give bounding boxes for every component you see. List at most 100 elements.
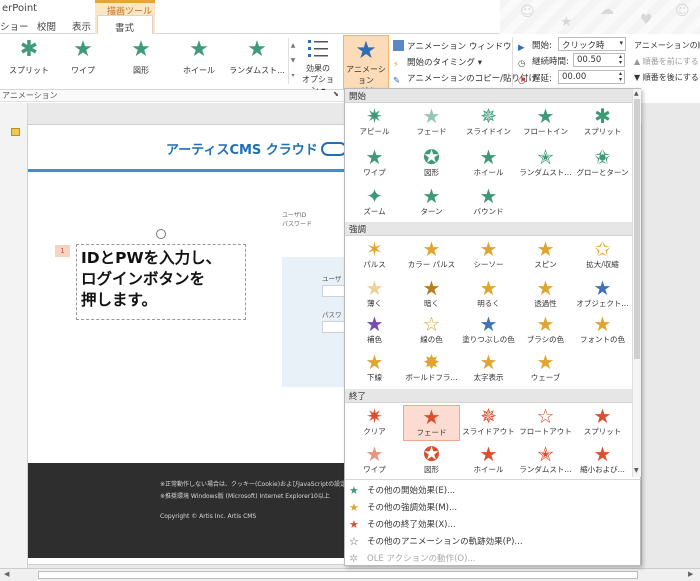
duration-input[interactable]: 00.50 ▴ ▾ <box>573 53 625 67</box>
tab-review[interactable]: 校閲 <box>37 19 56 33</box>
entrance-random-bars[interactable]: ✭ ランダムスト... <box>517 146 574 182</box>
password-label: パスワ <box>322 311 342 319</box>
scroll-thumb[interactable] <box>38 571 638 579</box>
animation-order-tag[interactable]: 1 <box>55 245 70 257</box>
entrance-shape[interactable]: ✪ 図形 <box>403 146 460 182</box>
entrance-wipe[interactable]: ★ ワイプ <box>346 146 403 182</box>
entrance-grow-turn[interactable]: ✬ グローとターン <box>574 146 631 182</box>
emphasis-grow-shrink[interactable]: ✩ 拡大/収縮 <box>574 238 631 274</box>
entrance-zoom[interactable]: ✦ ズーム <box>346 185 403 221</box>
more-exit-effects[interactable]: ★ その他の終了効果(X)... <box>345 517 641 533</box>
emphasis-line-color[interactable]: ☆ 線の色 <box>403 313 460 349</box>
horizontal-scrollbar[interactable]: ◀ ▶ <box>0 568 700 581</box>
scroll-up-icon[interactable]: ▲ <box>634 90 639 97</box>
entrance-fade[interactable]: ★ フェード <box>403 105 460 141</box>
effect-wipe-button[interactable]: ★ ワイプ <box>54 38 112 84</box>
dialog-launcher-icon[interactable]: ⬊ <box>333 90 339 98</box>
float-in-star-icon: ★ <box>536 104 555 128</box>
exit-shape[interactable]: ✪ 図形 <box>403 443 460 479</box>
exit-random-bars[interactable]: ✭ ランダムスト... <box>517 443 574 479</box>
ole-action-verbs: ✲ OLE アクションの動作(O)... <box>349 552 476 565</box>
emphasis-pulse[interactable]: ✶ パルス <box>346 238 403 274</box>
entrance-bounce[interactable]: ★ バウンド <box>460 185 517 221</box>
effect-label: ホイール <box>183 66 215 75</box>
instruction-textbox[interactable]: IDとPWを入力し、 ログインボタンを 押します。 <box>76 244 246 320</box>
cloud-icon <box>320 142 347 156</box>
callout-line: ログインボタンを <box>81 270 206 288</box>
emphasis-wave[interactable]: ★ ウェーブ <box>517 351 574 387</box>
rotate-handle[interactable] <box>156 229 166 239</box>
emphasis-transparency[interactable]: ★ 透過性 <box>517 277 574 313</box>
start-select[interactable]: クリック時 ▾ <box>558 37 626 51</box>
emphasis-font-color[interactable]: ★ フォントの色 <box>574 313 631 349</box>
emphasis-brush-color[interactable]: ★ ブラシの色 <box>517 313 574 349</box>
wheel-star-icon: ★ <box>189 37 209 62</box>
animation-group-label: アニメーション ⬊ <box>0 90 345 102</box>
gallery-scrollbar[interactable]: ▲ ▼ <box>632 89 641 477</box>
effect-random-bars-button[interactable]: ★ ランダムスト... <box>228 38 286 84</box>
more-entrance-effects[interactable]: ★ その他の開始効果(E)... <box>345 483 641 499</box>
slide-thumbnail-strip[interactable] <box>0 103 28 568</box>
exit-fade[interactable]: ★ フェード <box>403 405 460 441</box>
emphasis-complementary[interactable]: ★ 補色 <box>346 313 403 349</box>
exit-float-out[interactable]: ☆ フロートアウト <box>517 405 574 441</box>
entrance-split[interactable]: ✱ スプリット <box>574 105 631 141</box>
animation-painter-icon: ✎ <box>393 76 401 86</box>
scroll-down-icon[interactable]: ▼ <box>634 467 639 474</box>
emphasis-underline[interactable]: ★ 下線 <box>346 351 403 387</box>
emphasis-desaturate[interactable]: ★ 薄く <box>346 277 403 313</box>
tab-slideshow[interactable]: ショー <box>0 19 29 33</box>
gallery-scroll[interactable]: ▲ ▼ ▾ <box>288 38 297 84</box>
start-label: ▶ 開始: <box>518 41 552 53</box>
tab-view[interactable]: 表示 <box>72 19 91 33</box>
delay-value: 00.00 <box>562 72 587 82</box>
gallery-scroll-thumb[interactable] <box>634 99 640 359</box>
entrance-fly-in[interactable]: ✵ スライドイン <box>460 105 517 141</box>
exit-fly-out[interactable]: ✵ スライドアウト <box>460 405 517 441</box>
entrance-swivel[interactable]: ★ ターン <box>403 185 460 221</box>
effect-options-icon <box>308 40 328 57</box>
emphasis-teeter[interactable]: ★ シーソー <box>460 238 517 274</box>
more-motion-paths[interactable]: ☆ その他のアニメーションの軌跡効果(P)... <box>345 534 641 550</box>
spin-star-icon: ★ <box>536 237 555 261</box>
delay-input[interactable]: 00.00 ▴ ▾ <box>558 70 625 84</box>
emphasis-darken[interactable]: ★ 暗く <box>403 277 460 313</box>
emphasis-object-color[interactable]: ★ オブジェクト... <box>574 277 631 313</box>
effect-shape-button[interactable]: ★ 図形 <box>112 38 170 84</box>
lighten-star-icon: ★ <box>479 276 498 300</box>
scroll-left-icon[interactable]: ◀ <box>4 570 9 578</box>
move-earlier-button[interactable]: ▲ 順番を前にする <box>634 56 699 67</box>
exit-disappear[interactable]: ✷ クリア <box>346 405 403 441</box>
emphasis-color-pulse[interactable]: ★ カラー パルス <box>403 238 460 274</box>
effect-split-button[interactable]: ✱ スプリット <box>0 38 58 84</box>
effect-wheel-button[interactable]: ★ ホイール <box>170 38 228 84</box>
exit-wipe[interactable]: ★ ワイプ <box>346 443 403 479</box>
gear-star-icon: ✲ <box>349 552 359 565</box>
disappear-star-icon: ✷ <box>366 404 383 428</box>
reorder-title: アニメーションの順序 <box>634 41 700 50</box>
pulse-star-icon: ✶ <box>366 237 383 261</box>
exit-shrink-turn[interactable]: ★ 縮小および... <box>574 443 631 479</box>
trigger-button[interactable]: ⚡ 開始のタイミング ▾ <box>393 56 482 71</box>
title-decoration: ☺ ★ ☁ ♥ ☺ <box>500 0 700 34</box>
underline-star-icon: ★ <box>365 350 384 374</box>
desaturate-star-icon: ★ <box>365 276 384 300</box>
move-later-button[interactable]: ▼ 順番を後にする <box>634 72 699 83</box>
exit-wheel[interactable]: ★ ホイール <box>460 443 517 479</box>
emphasis-fill-color[interactable]: ★ 塗りつぶしの色 <box>460 313 517 349</box>
effect-options-button[interactable]: 効果の オプション ▾ <box>299 36 337 95</box>
entrance-float-in[interactable]: ★ フロートイン <box>517 105 574 141</box>
entrance-wheel[interactable]: ★ ホイール <box>460 146 517 182</box>
line-color-star-icon: ☆ <box>422 312 441 336</box>
emphasis-spin[interactable]: ★ スピン <box>517 238 574 274</box>
entrance-appear[interactable]: ✷ アピール <box>346 105 403 141</box>
exit-split[interactable]: ★ スプリット <box>574 405 631 441</box>
emphasis-bold-reveal[interactable]: ★ 太字表示 <box>460 351 517 387</box>
scroll-right-icon[interactable]: ▶ <box>688 570 693 578</box>
animation-window-button[interactable]: アニメーション ウィンドウ <box>393 40 511 52</box>
more-emphasis-effects[interactable]: ★ その他の強調効果(M)... <box>345 500 641 516</box>
animation-painter-button[interactable]: ✎ アニメーションのコピー/貼り付け <box>393 72 537 87</box>
emphasis-lighten[interactable]: ★ 明るく <box>460 277 517 313</box>
add-animation-button[interactable]: ★ アニメーション の追加 <box>343 35 389 96</box>
emphasis-bold-flash[interactable]: ✸ ボールドフラ... <box>403 351 460 387</box>
